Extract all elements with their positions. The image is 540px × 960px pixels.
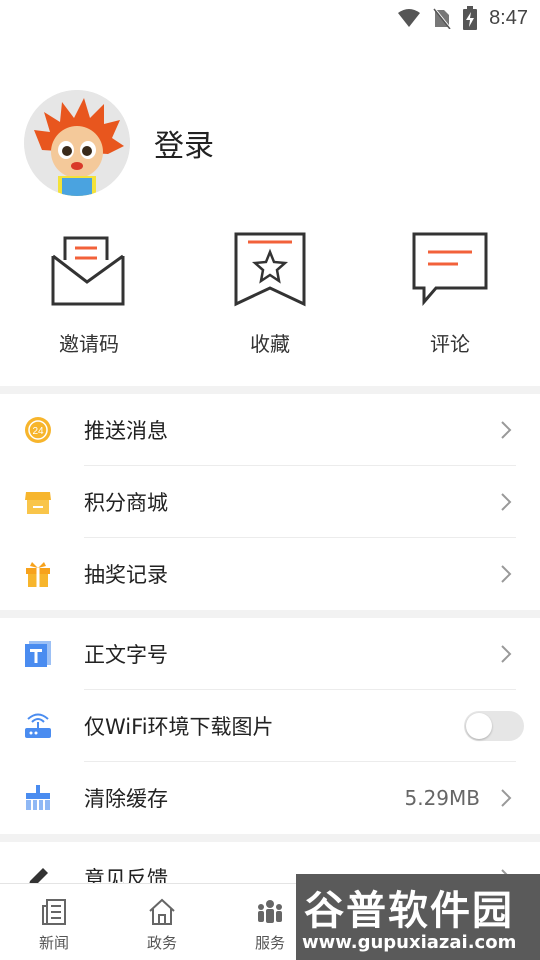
watermark-url: www.gupuxiazai.com: [302, 932, 517, 953]
menu-item-label: 积分商城: [84, 491, 168, 515]
menu-item-font-size[interactable]: 正文字号: [0, 618, 540, 690]
broom-icon: [24, 784, 52, 812]
watermark-logo: 谷普软件园 www.gupuxiazai.com: [296, 874, 540, 960]
section-divider: [0, 834, 540, 842]
home-icon: [149, 898, 175, 925]
menu-item-label: 抽奖记录: [84, 563, 168, 587]
tab-news[interactable]: 新闻: [4, 898, 104, 953]
people-icon: [258, 900, 282, 923]
tab-label: 政务: [146, 934, 177, 952]
menu-item-lottery-records[interactable]: 抽奖记录: [0, 538, 540, 610]
menu-item-wifi-only-images: 仅WiFi环境下载图片: [0, 690, 540, 762]
newspaper-icon: [42, 899, 66, 925]
watermark-title: 谷普软件园: [304, 888, 514, 934]
menu-item-push-messages[interactable]: 24 推送消息: [0, 394, 540, 466]
menu-item-clear-cache[interactable]: 清除缓存 5.29MB: [0, 762, 540, 834]
status-bar: 8:47: [0, 0, 540, 36]
comment-icon: [412, 232, 488, 307]
chevron-right-icon: [501, 645, 512, 663]
invite-code-label: 邀请码: [59, 332, 119, 356]
section-divider: [0, 386, 540, 394]
router-icon: [24, 712, 52, 740]
gift-icon: [24, 560, 52, 588]
menu-item-label: 清除缓存: [84, 787, 168, 811]
favorites-label: 收藏: [250, 332, 290, 356]
clock-time: 8:47: [489, 6, 528, 29]
bookmark-star-icon: [234, 232, 306, 307]
tab-label: 新闻: [38, 934, 69, 952]
menu-item-label: 正文字号: [84, 643, 168, 667]
chevron-right-icon: [501, 789, 512, 807]
battery-charging-icon: [463, 6, 478, 30]
envelope-icon: [51, 236, 125, 306]
wifi-icon: [398, 9, 421, 27]
chevron-right-icon: [501, 493, 512, 511]
menu-item-label: 推送消息: [84, 419, 168, 443]
comments-button[interactable]: 评论: [380, 230, 520, 357]
svg-text:24: 24: [32, 426, 44, 437]
cache-size-value: 5.29MB: [404, 786, 480, 810]
toggle-knob: [466, 713, 492, 739]
profile-header[interactable]: 登录: [24, 90, 214, 196]
favorites-button[interactable]: 收藏: [200, 230, 340, 357]
no-sim-icon: [433, 7, 451, 29]
menu-item-label: 仅WiFi环境下载图片: [84, 715, 274, 739]
clock-24-icon: 24: [24, 416, 52, 444]
comments-label: 评论: [430, 332, 470, 356]
wifi-only-toggle[interactable]: [464, 711, 524, 741]
invite-code-button[interactable]: 邀请码: [19, 230, 159, 357]
avatar[interactable]: [24, 90, 130, 196]
tab-government[interactable]: 政务: [112, 898, 212, 953]
menu-item-points-mall[interactable]: 积分商城: [0, 466, 540, 538]
section-divider: [0, 610, 540, 618]
chevron-right-icon: [501, 565, 512, 583]
login-link[interactable]: 登录: [154, 121, 214, 165]
store-icon: [24, 488, 52, 516]
text-size-icon: [24, 640, 52, 668]
chevron-right-icon: [501, 421, 512, 439]
